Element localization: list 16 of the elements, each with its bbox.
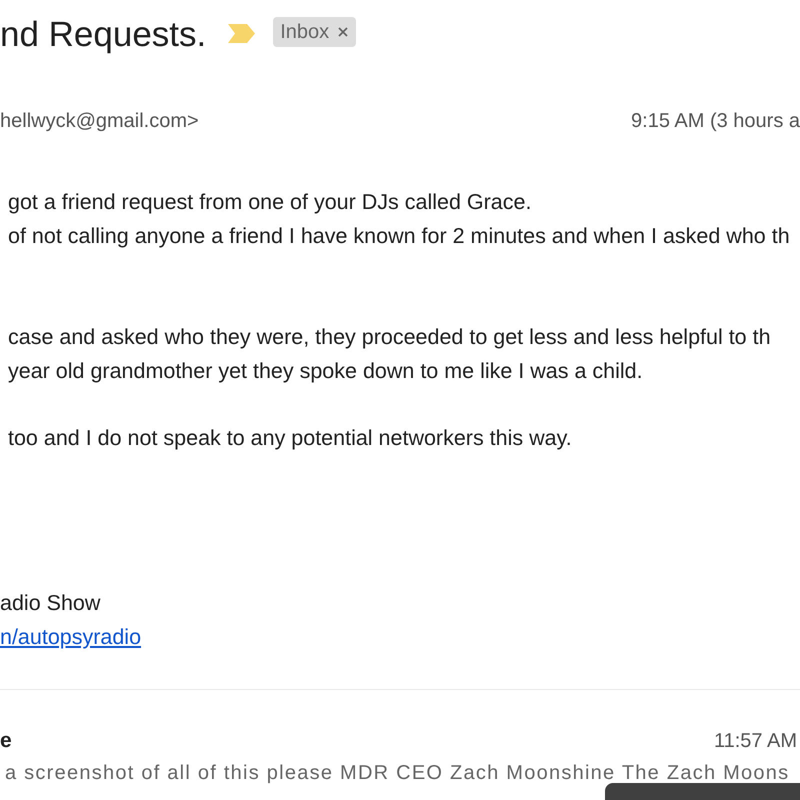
close-icon (338, 27, 348, 37)
message-text-line: year old grandmother yet they spoke down to me like I was a child. (7, 358, 643, 384)
sender-name: e (0, 728, 12, 754)
message-text-line: case and asked who they were, they proceeded to get less and less helpful to th (7, 324, 771, 350)
signature-text: adio Show (0, 590, 100, 616)
message-text-line: got a friend request from one of your DJs called Grace. (7, 189, 532, 215)
message-time: 11:57 AM (714, 729, 797, 753)
message-time: 9:15 AM (3 hours a (631, 109, 800, 134)
message-text-line: of not calling anyone a friend I have known for 2 minutes and when I asked who th (7, 223, 790, 249)
sender-email: hellwyck@gmail.com> (0, 109, 199, 134)
email-subject: nd Requests. (0, 14, 206, 56)
message-snippet[interactable]: a screenshot of all of this please MDR CEO Zach Moonshine The Zach Moons (0, 763, 790, 783)
label-text: Inbox (280, 20, 330, 45)
message-text-line: too and I do not speak to any potential networkers this way. (7, 425, 572, 451)
remove-label-button[interactable] (337, 26, 348, 38)
signature-link[interactable]: n/autopsyradio (0, 624, 142, 650)
